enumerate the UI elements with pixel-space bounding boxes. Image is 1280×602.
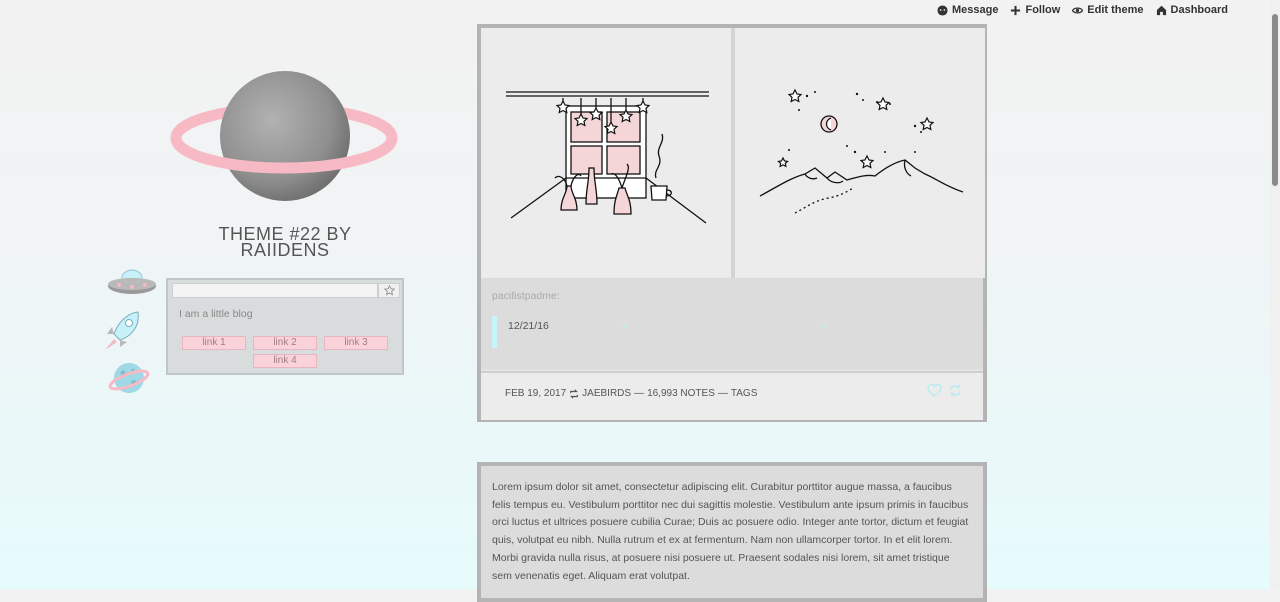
dashboard-button[interactable]: Dashboard (1156, 4, 1228, 16)
follow-label: Follow (1025, 4, 1061, 16)
ufo-icon[interactable] (106, 266, 158, 298)
sidebar-box: I am a little blog link 1 link 2 link 3 … (166, 278, 404, 375)
blog-title-line-2: RAIIDENS (240, 240, 330, 260)
link-3-button[interactable]: link 3 (324, 336, 388, 350)
heart-icon[interactable] (927, 383, 942, 398)
post-actions (927, 383, 963, 398)
post-notes[interactable]: 16,993 NOTES (647, 388, 715, 399)
planet-icon[interactable] (108, 358, 150, 398)
sparkle-icon (821, 324, 827, 330)
plus-icon (1011, 5, 1021, 15)
rocket-icon[interactable] (102, 308, 142, 352)
follow-button[interactable]: Follow (1010, 4, 1060, 16)
home-icon (1156, 5, 1166, 15)
window-drawing (506, 91, 709, 224)
post-footer: FEB 19, 2017 JAEBIRDS — 16,993 NOTES — T… (481, 371, 983, 420)
eye-icon (1072, 6, 1084, 14)
message-button[interactable]: Message (937, 4, 998, 16)
reblogged-from[interactable]: JAEBIRDS (582, 388, 631, 399)
photo-window-illustration[interactable] (481, 28, 731, 278)
link-1-button[interactable]: link 1 (182, 336, 246, 350)
scrollbar-thumb[interactable] (1272, 14, 1278, 186)
quote-text: 12/21/16 (508, 320, 549, 332)
mountains-drawing (759, 88, 964, 214)
post-body-text: Lorem ipsum dolor sit amet, consectetur … (492, 481, 969, 582)
star-icon (383, 285, 395, 296)
post-caption: pacifistpadme: 12/21/16 (481, 278, 983, 369)
search-submit-button[interactable] (378, 283, 400, 298)
edit-theme-button[interactable]: Edit theme (1072, 4, 1144, 16)
top-nav: Message Follow Edit theme Dashboard (937, 4, 1228, 16)
photo-mountains-illustration[interactable] (735, 28, 985, 278)
quote-bar (492, 316, 497, 348)
page-scrollbar[interactable] (1270, 0, 1280, 589)
reblog-small-icon (570, 388, 579, 399)
sparkle-icon (621, 324, 627, 330)
search-input[interactable] (172, 283, 378, 298)
edit-theme-label: Edit theme (1087, 4, 1144, 16)
caption-username[interactable]: pacifistpadme: (492, 290, 560, 302)
post-meta: FEB 19, 2017 JAEBIRDS — 16,993 NOTES — T… (505, 388, 758, 399)
post-date[interactable]: FEB 19, 2017 (505, 388, 566, 399)
planet-logo (170, 71, 398, 201)
blog-title: THEME #22 BY RAIIDENS (184, 225, 386, 260)
photo-post: pacifistpadme: 12/21/16 FEB 19, 2017 JAE… (477, 24, 987, 422)
dashboard-label: Dashboard (1170, 4, 1228, 16)
message-icon (937, 4, 948, 16)
blog-description: I am a little blog (179, 308, 253, 320)
text-post: Lorem ipsum dolor sit amet, consectetur … (477, 462, 987, 602)
link-2-button[interactable]: link 2 (253, 336, 317, 350)
link-4-button[interactable]: link 4 (253, 354, 317, 368)
message-label: Message (951, 4, 999, 16)
post-tags[interactable]: TAGS (731, 388, 757, 399)
reblog-icon[interactable] (948, 383, 963, 398)
